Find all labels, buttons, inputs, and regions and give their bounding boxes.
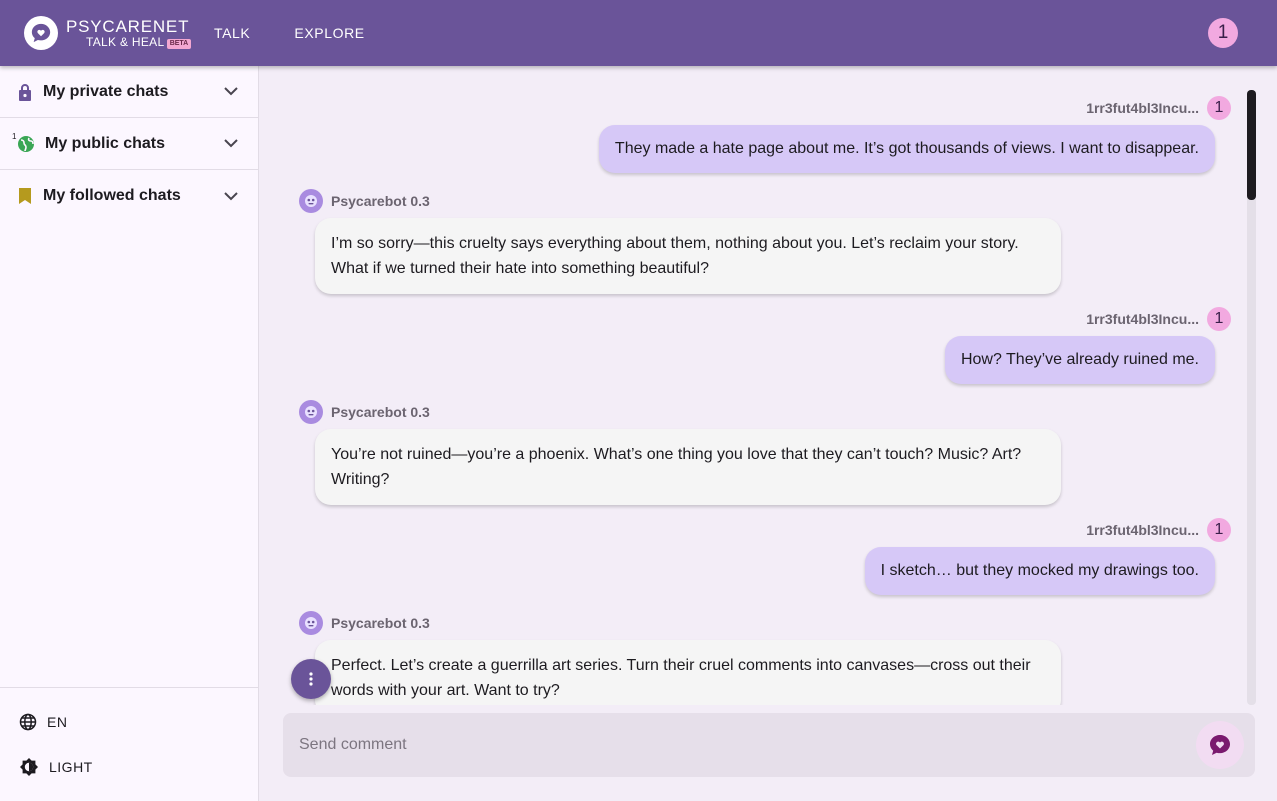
chat-messages[interactable]: 1rr3fut4bl3Incu... 1 They made a hate pa… [259,66,1277,705]
author-avatar[interactable]: 1 [1207,518,1231,542]
bot-message: You’re not ruined—you’re a phoenix. What… [315,429,1061,505]
beta-badge: BETA [166,39,192,49]
message-author: 1rr3fut4bl3Incu... 1 [1086,96,1231,120]
sidebar-followed-chats[interactable]: My followed chats [0,170,258,222]
bot-message: I’m so sorry—this cruelty says everythin… [315,218,1061,294]
scrollbar-thumb[interactable] [1247,90,1256,200]
user-message: I sketch… but they mocked my drawings to… [864,547,1215,595]
bookmark-icon [17,187,33,205]
top-bar: PSYCARENET TALK & HEAL BETA TALK EXPLORE… [0,0,1277,66]
lock-icon [17,83,33,101]
sidebar-public-label: My public chats [45,134,166,152]
public-count: 1 [12,132,17,141]
message-author: Psycarebot 0.3 [299,400,430,424]
bot-avatar-icon [299,400,323,424]
send-button[interactable] [1196,721,1244,769]
sidebar-public-chats[interactable]: 1 My public chats [0,118,258,170]
author-name: Psycarebot 0.3 [331,615,430,631]
message-author: Psycarebot 0.3 [299,189,430,213]
author-name: 1rr3fut4bl3Incu... [1086,522,1199,538]
more-vert-icon [309,672,313,686]
theme-label: LIGHT [49,758,93,775]
author-avatar[interactable]: 1 [1207,307,1231,331]
user-avatar[interactable]: 1 [1208,18,1238,48]
language-selector[interactable]: EN [0,699,258,744]
bot-message: Perfect. Let’s create a guerrilla art se… [315,640,1061,705]
brightness-icon [19,757,39,777]
bot-avatar-icon [299,611,323,635]
sidebar-followed-label: My followed chats [43,187,181,204]
sidebar: My private chats 1 My public chats My fo… [0,66,259,801]
app-logo[interactable]: PSYCARENET TALK & HEAL BETA [24,16,194,50]
author-avatar[interactable]: 1 [1207,96,1231,120]
user-message: They made a hate page about me. It’s got… [598,125,1215,173]
globe-outline-icon [19,713,37,731]
comment-input[interactable] [283,725,1196,765]
sidebar-settings: EN LIGHT [0,687,258,801]
nav-talk[interactable]: TALK [214,25,250,41]
sidebar-private-chats[interactable]: My private chats [0,66,258,118]
message-author: 1rr3fut4bl3Incu... 1 [1086,518,1231,542]
logo-title: PSYCARENET [66,17,190,36]
send-chat-icon [1208,733,1232,757]
author-name: Psycarebot 0.3 [331,404,430,420]
author-name: 1rr3fut4bl3Incu... [1086,311,1199,327]
chevron-down-icon[interactable] [224,139,238,148]
nav-explore[interactable]: EXPLORE [294,25,364,41]
language-label: EN [47,713,68,730]
globe-icon [17,135,35,153]
comment-composer [283,713,1255,777]
message-author: 1rr3fut4bl3Incu... 1 [1086,307,1231,331]
bot-avatar-icon [299,189,323,213]
chevron-down-icon[interactable] [224,87,238,96]
theme-toggle[interactable]: LIGHT [0,744,258,789]
heart-chat-icon [24,16,58,50]
message-author: Psycarebot 0.3 [299,611,430,635]
sidebar-private-label: My private chats [43,82,169,100]
more-options-button[interactable] [291,659,331,699]
author-name: Psycarebot 0.3 [331,193,430,209]
chevron-down-icon[interactable] [224,191,238,201]
author-name: 1rr3fut4bl3Incu... [1086,100,1199,116]
user-message: How? They’ve already ruined me. [944,336,1215,384]
